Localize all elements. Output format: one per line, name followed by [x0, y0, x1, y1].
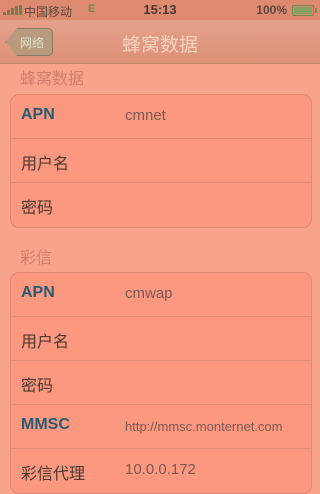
page-title: 蜂窝数据 [121, 34, 198, 56]
navigation-bar: 网络 蜂窝数据 [0, 20, 320, 64]
cellular-apn-field[interactable]: cmnet [125, 107, 166, 124]
password-label: 密码 [21, 198, 54, 217]
cellular-username-row[interactable]: 用户名 [11, 139, 311, 183]
mms-password-row[interactable]: 密码 [11, 361, 311, 405]
battery-percentage: 100% [256, 3, 287, 17]
cellular-password-row[interactable]: 密码 [11, 183, 311, 227]
mms-apn-row[interactable]: APN cmwap [11, 273, 311, 317]
mmsc-row[interactable]: MMSC http://mmsc.monternet.com [11, 405, 311, 449]
battery-icon [292, 5, 317, 16]
password-label: 密码 [21, 376, 54, 395]
mms-proxy-row[interactable]: 彩信代理 10.0.0.172 [11, 449, 311, 493]
mmsc-field[interactable]: http://mmsc.monternet.com [125, 419, 283, 434]
mmsc-label: MMSC [21, 416, 70, 433]
mms-proxy-field[interactable]: 10.0.0.172 [125, 461, 196, 478]
status-bar: 中国移动 E 15:13 100% [0, 0, 320, 20]
section-header-cellular-data: 蜂窝数据 [20, 69, 85, 88]
mms-username-row[interactable]: 用户名 [11, 317, 311, 361]
mms-proxy-label: 彩信代理 [21, 464, 86, 483]
cellular-data-group: APN cmnet 用户名 密码 [10, 94, 312, 228]
mms-group: APN cmwap 用户名 密码 MMSC http://mmsc.monter… [10, 272, 312, 494]
cellular-apn-row[interactable]: APN cmnet [11, 95, 311, 139]
section-header-mms: 彩信 [20, 248, 53, 267]
mms-apn-field[interactable]: cmwap [125, 285, 173, 302]
apn-label: APN [21, 284, 55, 301]
username-label: 用户名 [21, 154, 70, 173]
username-label: 用户名 [21, 332, 70, 351]
apn-label: APN [21, 106, 55, 123]
